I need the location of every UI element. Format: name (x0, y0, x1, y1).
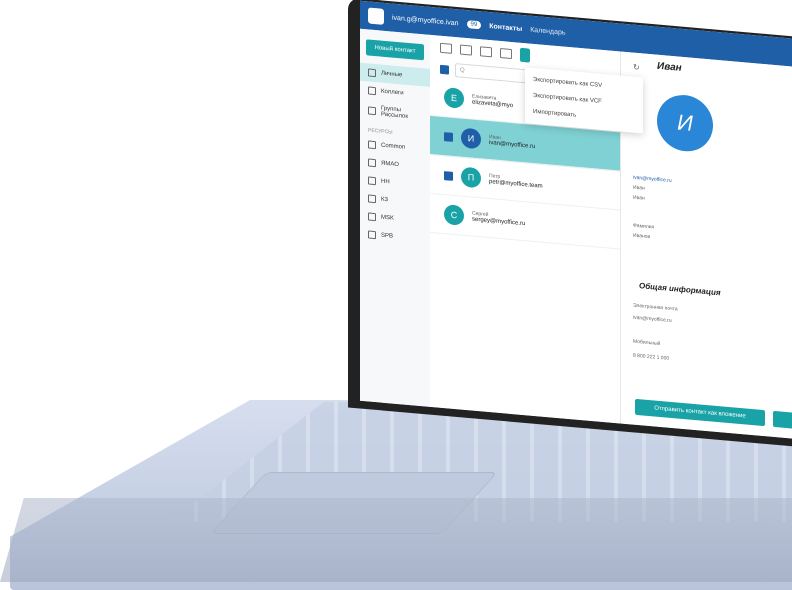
select-all-checkbox[interactable] (440, 64, 449, 75)
avatar: И (461, 127, 481, 150)
sidebar-item-label: КЗ (381, 196, 389, 204)
folder-icon (368, 68, 376, 78)
app-window: ivan.g@myoffice.ivan 99 Контакты Календа… (360, 0, 792, 440)
secondary-action-button[interactable] (773, 410, 792, 431)
surname-label: Фамилия (633, 222, 655, 231)
section-title: Общая информация (639, 281, 721, 298)
send-contact-button[interactable]: Отправить контакт как вложение (635, 398, 765, 427)
row-checkbox[interactable] (444, 170, 453, 181)
sidebar-item-label: НН (381, 178, 390, 186)
new-contact-button[interactable]: Новый контакт (366, 39, 424, 61)
avatar: С (444, 204, 464, 226)
more-icon[interactable] (520, 47, 530, 63)
building-icon (368, 176, 376, 186)
group-icon (368, 106, 376, 116)
avatar: П (461, 166, 481, 189)
tab-contacts[interactable]: Контакты (489, 23, 522, 33)
building-icon (368, 212, 376, 222)
sidebar-item-label: Коллеги (381, 88, 404, 97)
tab-calendar[interactable]: Календарь (530, 26, 565, 36)
building-icon (368, 194, 376, 204)
building-icon (368, 230, 376, 240)
laptop-base-edge (0, 498, 792, 582)
detail-first-name: Иван (633, 184, 645, 192)
sidebar-item-label: MSK (381, 214, 395, 222)
sidebar-item-label: Личные (381, 70, 403, 79)
avatar: Е (444, 87, 464, 109)
sidebar-item-label: SPB (381, 232, 394, 240)
avatar: И (657, 92, 713, 154)
delete-icon[interactable] (500, 48, 512, 60)
sidebar-item-label: ЯМАО (381, 160, 399, 169)
phone-label: Мобильный (633, 338, 661, 348)
users-icon (368, 86, 376, 96)
account-badge: 99 (466, 20, 482, 30)
users-icon[interactable] (440, 42, 452, 54)
row-checkbox[interactable] (444, 131, 453, 142)
more-dropdown-menu: Экспортировать как CSV Экспортировать ка… (525, 67, 643, 134)
building-icon (368, 140, 376, 150)
sidebar-item-label: Common (381, 142, 406, 151)
account-name[interactable]: ivan.g@myoffice.ivan (392, 14, 459, 27)
surname-value: Иванов (633, 232, 651, 241)
email-label: Электронная почта (633, 302, 678, 313)
app-logo (368, 7, 384, 25)
detail-email-link[interactable]: ivan@myoffice.ru (633, 175, 672, 184)
email-value: ivan@myoffice.ru (633, 314, 672, 325)
refresh-icon[interactable]: ↻ (633, 63, 640, 73)
sidebar-item-label: Группы Рассылок (381, 105, 408, 120)
folder-icon[interactable] (480, 46, 492, 58)
group-icon[interactable] (460, 44, 472, 56)
detail-name-value: Иван (633, 194, 645, 202)
contact-detail: ↻ Иван И ivan@myoffice.ru Иван Иван Фами… (620, 51, 792, 440)
page-title: Иван (657, 60, 682, 74)
phone-value: 8 800 222 1 000 (633, 352, 670, 362)
building-icon (368, 158, 376, 168)
sidebar: Новый контакт Личные Коллеги Группы Расс… (360, 28, 431, 407)
